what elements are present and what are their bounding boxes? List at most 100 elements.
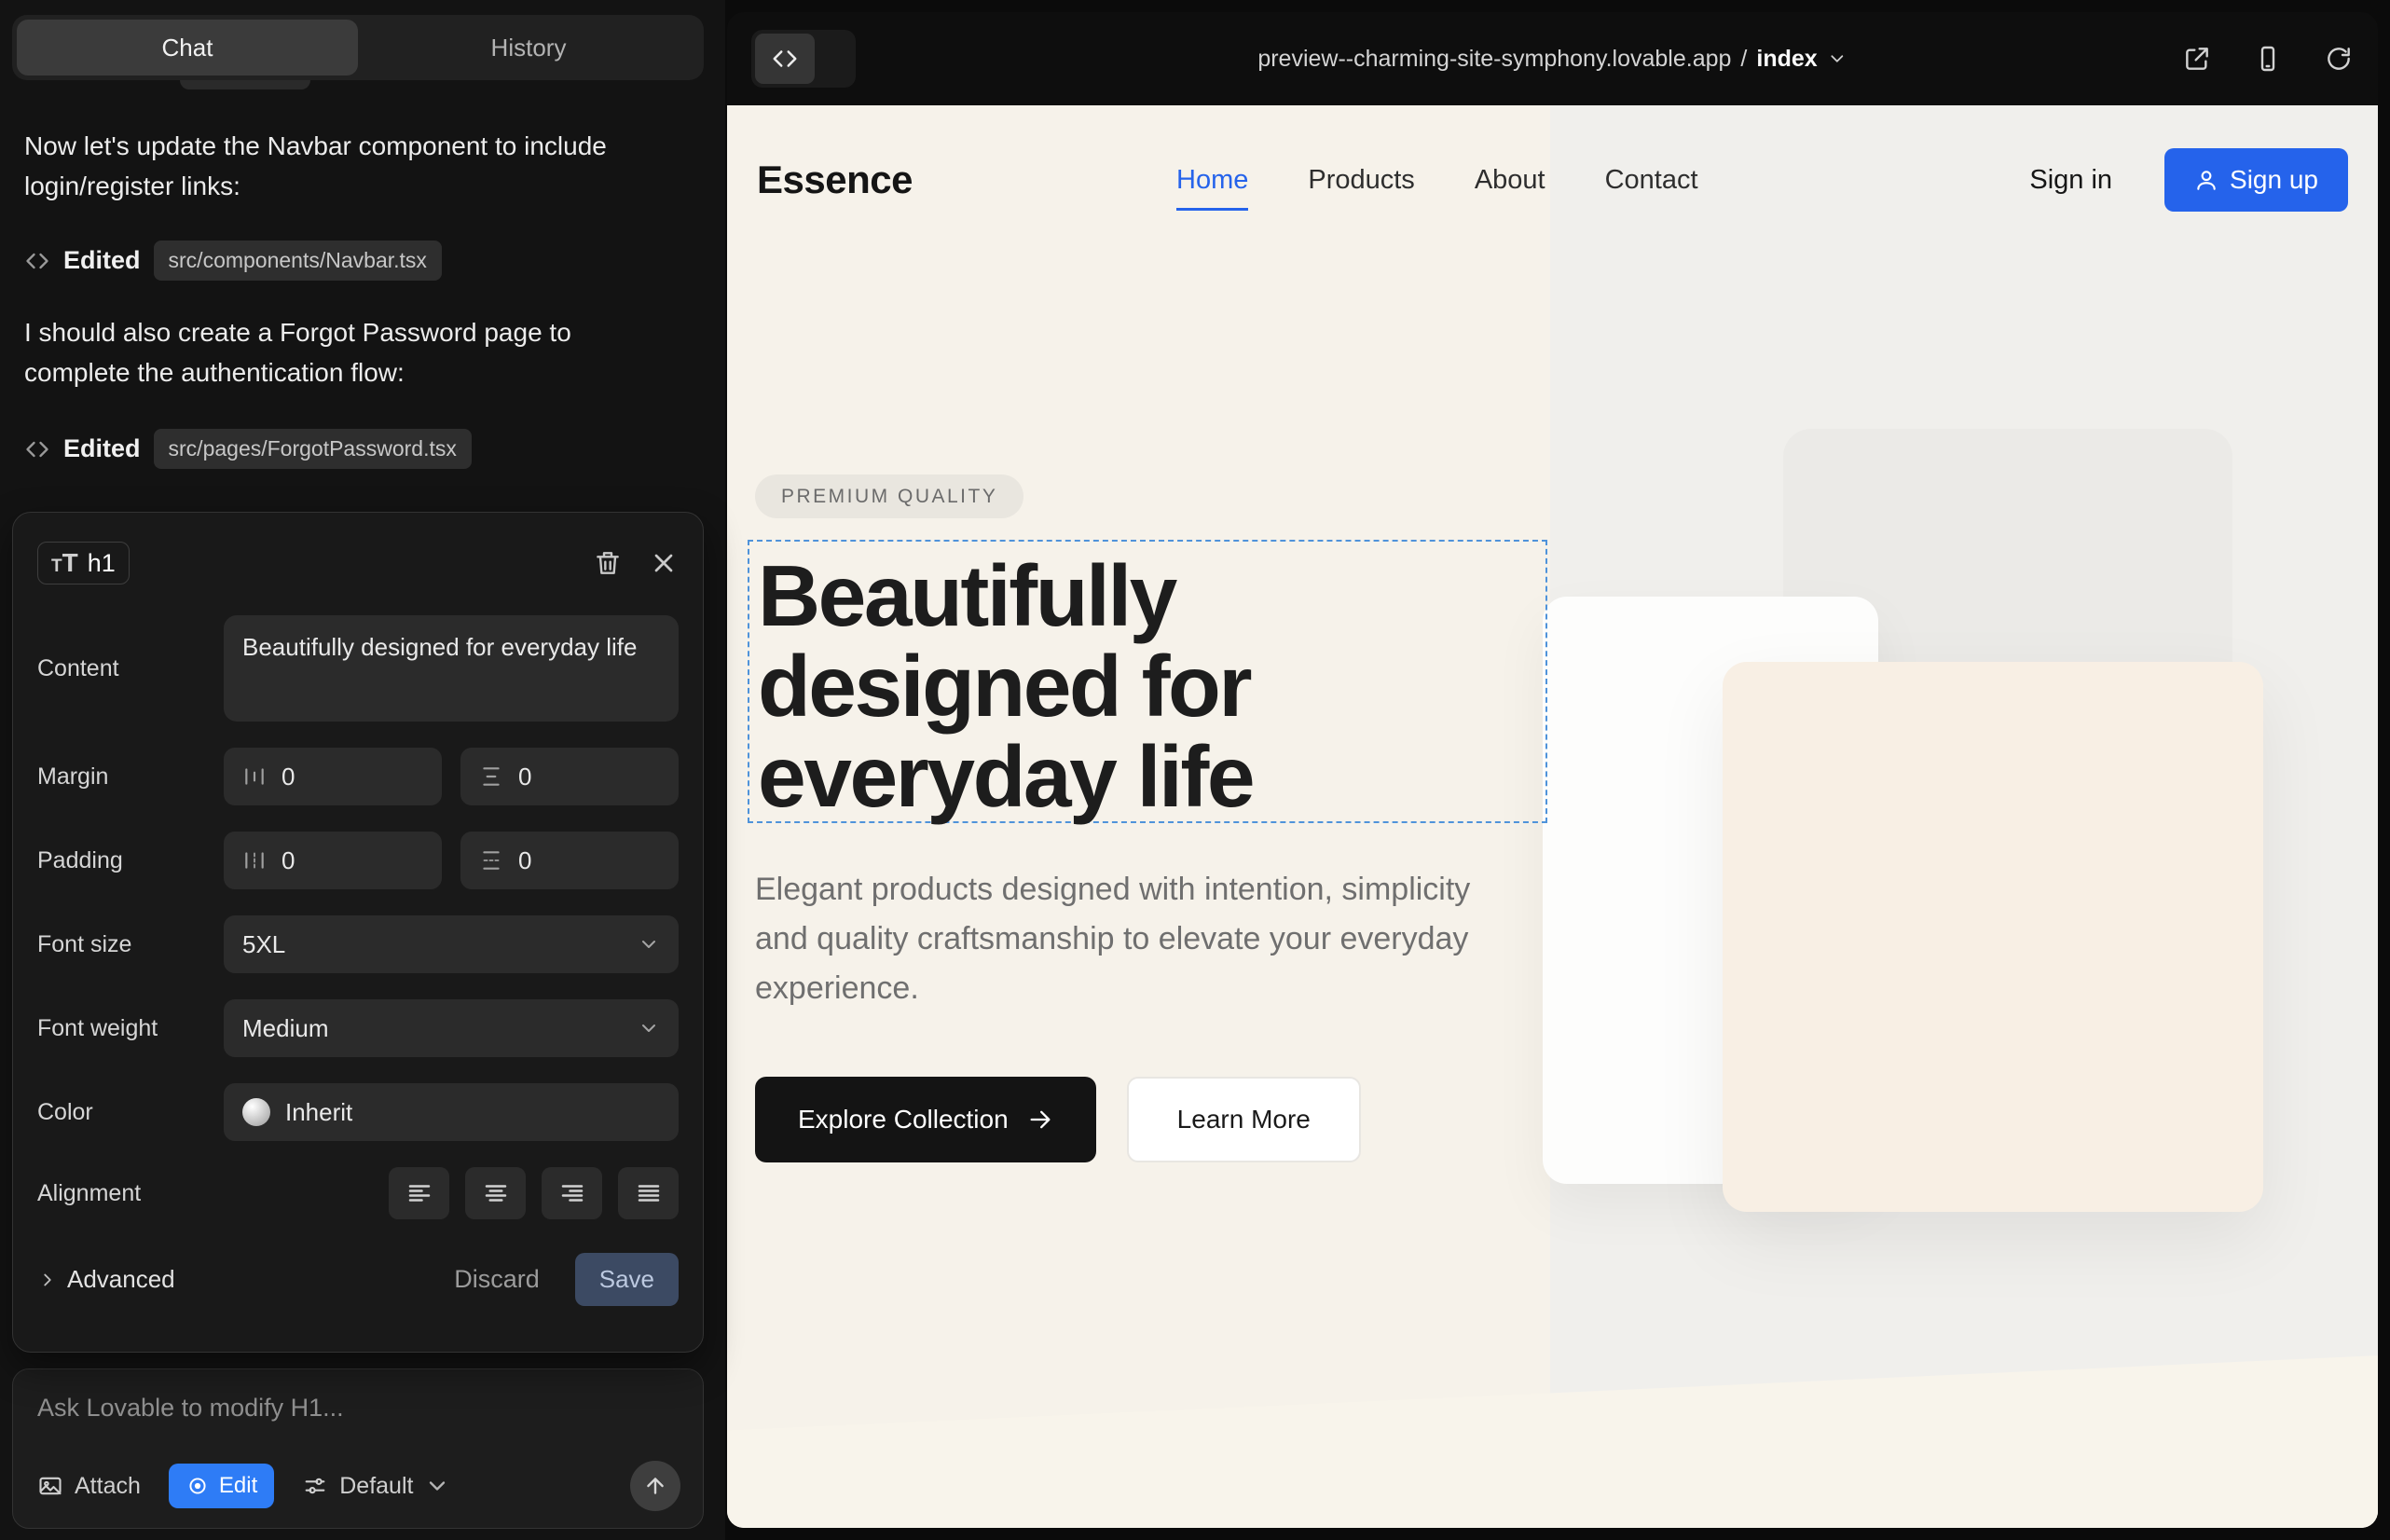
- arrow-right-icon: [1027, 1107, 1053, 1133]
- margin-row: Margin 0 0: [37, 748, 679, 805]
- chat-message: Now let's update the Navbar component to…: [24, 127, 682, 206]
- text-size-icon: TT: [51, 548, 78, 578]
- margin-label: Margin: [37, 763, 224, 791]
- inspector-footer: Advanced Discard Save: [37, 1253, 679, 1306]
- font-size-select[interactable]: 5XL: [224, 915, 679, 973]
- hero-heading[interactable]: Beautifully designed for everyday life: [758, 551, 1545, 822]
- explore-collection-button[interactable]: Explore Collection: [755, 1077, 1096, 1162]
- composer-input[interactable]: [37, 1394, 679, 1423]
- learn-more-button[interactable]: Learn More: [1127, 1077, 1361, 1162]
- url-host: preview--charming-site-symphony.lovable.…: [1257, 46, 1731, 73]
- advanced-toggle[interactable]: Advanced: [37, 1265, 175, 1294]
- sign-in-link[interactable]: Sign in: [2029, 165, 2112, 196]
- edited-label: Edited: [63, 434, 141, 463]
- target-icon: [185, 1474, 210, 1498]
- margin-x-input[interactable]: 0: [224, 748, 442, 805]
- content-textarea[interactable]: Beautifully designed for everyday life: [224, 615, 679, 722]
- arrow-up-icon: [643, 1474, 667, 1498]
- site-preview: Essence Home Products About Contact Sign…: [727, 105, 2378, 1528]
- sign-up-button[interactable]: Sign up: [2164, 148, 2348, 212]
- font-weight-select[interactable]: Medium: [224, 999, 679, 1057]
- align-justify-button[interactable]: [618, 1167, 679, 1219]
- padding-y-input[interactable]: 0: [460, 832, 679, 889]
- url-page: index: [1756, 46, 1817, 73]
- padding-row: Padding 0 0: [37, 832, 679, 889]
- decor-shape-cream: [1723, 662, 2263, 1212]
- inspector-header: TT h1: [37, 537, 679, 589]
- chevron-down-icon: [1827, 48, 1847, 69]
- site-logo[interactable]: Essence: [757, 158, 913, 202]
- site-navbar: Essence Home Products About Contact Sign…: [727, 105, 2378, 254]
- margin-y-input[interactable]: 0: [460, 748, 679, 805]
- font-weight-label: Font weight: [37, 1015, 224, 1042]
- padding-vertical-icon: [479, 848, 503, 873]
- code-icon: [24, 436, 50, 462]
- element-tag-name: h1: [88, 549, 116, 578]
- padding-label: Padding: [37, 847, 224, 874]
- tab-chat[interactable]: Chat: [17, 20, 358, 76]
- code-segment[interactable]: [755, 34, 815, 84]
- nav-link-products[interactable]: Products: [1308, 165, 1414, 196]
- file-chip[interactable]: src/pages/ForgotPassword.tsx: [154, 429, 472, 469]
- color-swatch: [242, 1098, 270, 1126]
- code-icon: [24, 248, 50, 274]
- url-divider: /: [1740, 46, 1747, 73]
- nav-link-home[interactable]: Home: [1176, 165, 1248, 196]
- align-center-icon: [482, 1179, 510, 1207]
- chevron-down-icon: [638, 1017, 660, 1039]
- close-icon[interactable]: [649, 548, 679, 578]
- align-center-button[interactable]: [465, 1167, 526, 1219]
- nav-link-contact[interactable]: Contact: [1605, 165, 1698, 196]
- content-label: Content: [37, 655, 224, 682]
- align-left-button[interactable]: [389, 1167, 449, 1219]
- preview-window: preview--charming-site-symphony.lovable.…: [727, 12, 2378, 1528]
- alignment-row: Alignment: [37, 1167, 679, 1219]
- save-button[interactable]: Save: [575, 1253, 679, 1306]
- hero-paragraph: Elegant products designed with intention…: [755, 865, 1501, 1013]
- element-tag-pill: TT h1: [37, 542, 130, 584]
- align-left-icon: [405, 1179, 433, 1207]
- sliders-icon: [302, 1473, 328, 1499]
- chat-message: I should also create a Forgot Password p…: [24, 313, 682, 392]
- color-select[interactable]: Inherit: [224, 1083, 679, 1141]
- selected-element-outline[interactable]: Beautifully designed for everyday life: [748, 540, 1547, 823]
- code-icon: [771, 45, 799, 73]
- open-external-icon[interactable]: [2182, 44, 2212, 74]
- preview-url-bar[interactable]: preview--charming-site-symphony.lovable.…: [1257, 46, 1847, 73]
- mode-select[interactable]: Default: [302, 1473, 450, 1500]
- user-icon: [2194, 168, 2218, 192]
- font-size-label: Font size: [37, 931, 224, 958]
- font-weight-row: Font weight Medium: [37, 999, 679, 1057]
- edited-file-row: Edited src/pages/ForgotPassword.tsx: [24, 429, 472, 469]
- edited-file-row: Edited src/components/Navbar.tsx: [24, 241, 442, 281]
- margin-vertical-icon: [479, 764, 503, 789]
- color-row: Color Inherit: [37, 1083, 679, 1141]
- refresh-icon[interactable]: [2324, 44, 2354, 74]
- attach-button[interactable]: Attach: [37, 1473, 141, 1500]
- margin-horizontal-icon: [242, 764, 267, 789]
- site-nav-links: Home Products About Contact: [1176, 165, 1698, 196]
- padding-x-input[interactable]: 0: [224, 832, 442, 889]
- alignment-label: Alignment: [37, 1180, 224, 1207]
- align-justify-icon: [635, 1179, 663, 1207]
- edit-mode-button[interactable]: Edit: [169, 1464, 274, 1508]
- tab-history[interactable]: History: [358, 20, 699, 76]
- mobile-view-icon[interactable]: [2253, 44, 2283, 74]
- send-button[interactable]: [630, 1461, 680, 1511]
- chevron-right-icon: [37, 1270, 58, 1290]
- align-right-button[interactable]: [542, 1167, 602, 1219]
- nav-link-about[interactable]: About: [1475, 165, 1545, 196]
- color-label: Color: [37, 1099, 224, 1126]
- edited-label: Edited: [63, 246, 141, 275]
- content-row: Content Beautifully designed for everyda…: [37, 615, 679, 722]
- trash-icon[interactable]: [593, 548, 623, 578]
- chevron-down-icon: [638, 933, 660, 956]
- sidebar-tabbar: Chat History: [12, 15, 704, 80]
- file-chip[interactable]: src/components/Navbar.tsx: [154, 241, 442, 281]
- element-inspector-panel: TT h1 Content Beautifully designed for e…: [12, 512, 704, 1353]
- align-right-icon: [558, 1179, 586, 1207]
- preview-chrome-bar: preview--charming-site-symphony.lovable.…: [727, 12, 2378, 105]
- code-view-toggle[interactable]: [751, 30, 856, 88]
- discard-button[interactable]: Discard: [454, 1265, 540, 1294]
- chat-composer: Attach Edit Default: [12, 1368, 704, 1529]
